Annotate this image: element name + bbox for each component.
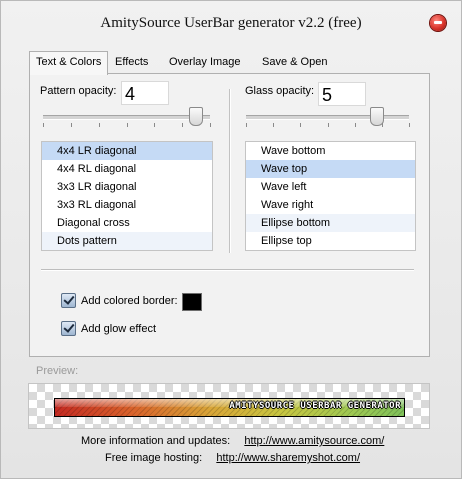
slider-tick <box>98 123 100 127</box>
glass-list[interactable]: Wave bottom Wave top Wave left Wave righ… <box>245 141 416 251</box>
sharemyshot-link[interactable]: http://www.sharemyshot.com/ <box>216 452 360 464</box>
pattern-item[interactable]: 4x4 RL diagonal <box>42 160 212 178</box>
tab-text-colors[interactable]: Text & Colors <box>29 51 109 75</box>
glass-item[interactable]: Wave right <box>246 196 415 214</box>
preview-label: Preview: <box>36 365 79 377</box>
glass-item[interactable]: Ellipse bottom <box>246 214 415 232</box>
hosting-line: Free image hosting: http://www.sharemysh… <box>105 452 360 464</box>
glass-opacity-input[interactable]: 5 <box>318 82 366 106</box>
tab-panel: Pattern opacity: 4 4x4 LR diagonal 4x4 R… <box>29 73 430 357</box>
pattern-item[interactable]: 4x4 LR diagonal <box>42 142 212 160</box>
pattern-opacity-slider[interactable] <box>43 115 210 120</box>
info-line: More information and updates: http://www… <box>81 435 384 447</box>
pattern-opacity-slider-thumb[interactable] <box>188 107 203 126</box>
slider-tick <box>354 123 356 127</box>
border-color-swatch[interactable] <box>182 293 202 311</box>
glow-checkbox-label: Add glow effect <box>81 323 157 335</box>
border-checkbox[interactable] <box>61 293 76 308</box>
slider-tick <box>273 123 275 127</box>
pattern-item[interactable]: Diagonal cross <box>42 214 212 232</box>
slider-tick <box>210 123 211 127</box>
pattern-opacity-input[interactable]: 4 <box>121 81 169 105</box>
window-title: AmitySource UserBar generator v2.2 (free… <box>100 15 362 31</box>
glass-item[interactable]: Ellipse top <box>246 232 415 250</box>
preview-area: AMITYSOURCE USERBAR GENERATOR <box>28 383 430 429</box>
slider-tick <box>327 123 329 127</box>
slider-tick <box>246 123 247 127</box>
pattern-item[interactable]: 3x3 RL diagonal <box>42 196 212 214</box>
app-window: AmitySource UserBar generator v2.2 (free… <box>0 0 462 479</box>
userbar-text: AMITYSOURCE USERBAR GENERATOR <box>229 401 401 411</box>
border-checkbox-label: Add colored border: <box>81 295 178 307</box>
section-divider <box>41 269 414 271</box>
slider-tick <box>70 123 72 127</box>
hosting-label: Free image hosting: <box>105 452 203 464</box>
glow-checkbox[interactable] <box>61 321 76 336</box>
slider-tick <box>182 123 184 127</box>
close-icon[interactable] <box>430 15 446 31</box>
userbar-preview: AMITYSOURCE USERBAR GENERATOR <box>54 398 405 417</box>
pattern-item[interactable]: Dots pattern <box>42 232 212 250</box>
slider-tick <box>381 123 383 127</box>
tab-save-open[interactable]: Save & Open <box>256 52 333 73</box>
slider-tick <box>43 123 44 127</box>
glass-item[interactable]: Wave top <box>246 160 415 178</box>
glass-item[interactable]: Wave left <box>246 178 415 196</box>
amitysource-link[interactable]: http://www.amitysource.com/ <box>244 435 384 447</box>
pattern-item[interactable]: 3x3 LR diagonal <box>42 178 212 196</box>
slider-tick <box>126 123 128 127</box>
glass-item[interactable]: Wave bottom <box>246 142 415 160</box>
title-bar[interactable]: AmitySource UserBar generator v2.2 (free… <box>1 1 461 45</box>
pattern-list[interactable]: 4x4 LR diagonal 4x4 RL diagonal 3x3 LR d… <box>41 141 213 251</box>
info-label: More information and updates: <box>81 435 231 447</box>
glass-opacity-label: Glass opacity: <box>245 85 315 97</box>
slider-tick <box>409 123 410 127</box>
glass-opacity-slider[interactable] <box>246 115 409 120</box>
column-divider <box>229 89 231 253</box>
slider-tick <box>300 123 302 127</box>
tab-overlay-image[interactable]: Overlay Image <box>163 52 247 73</box>
tab-effects[interactable]: Effects <box>109 52 154 73</box>
pattern-opacity-label: Pattern opacity: <box>40 85 117 97</box>
slider-tick <box>154 123 156 127</box>
tab-bar: Text & Colors Effects Overlay Image Save… <box>29 51 429 75</box>
